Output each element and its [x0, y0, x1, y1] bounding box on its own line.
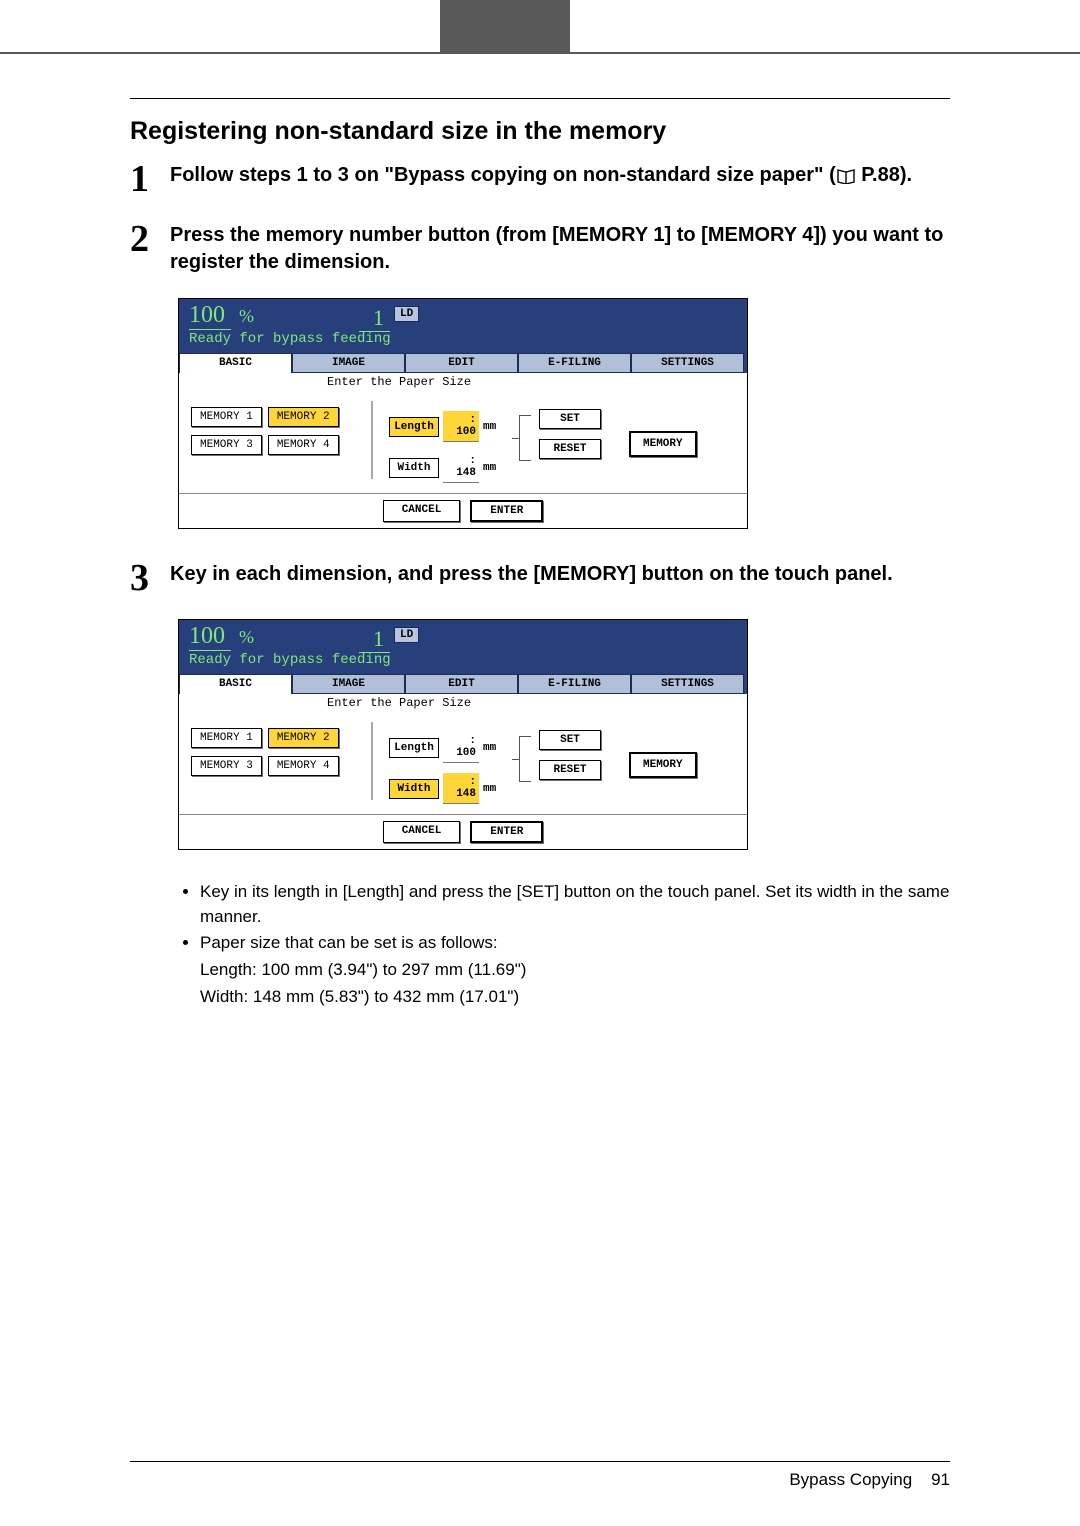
tab-basic[interactable]: BASIC — [179, 674, 292, 694]
step-2: 2 Press the memory number button (from [… — [130, 220, 950, 276]
panel-status-bar: 100 % 1 LD Ready for bypass feeding — [179, 299, 747, 353]
tab-efiling[interactable]: E-FILING — [518, 674, 631, 694]
memory-1-button[interactable]: MEMORY 1 — [191, 728, 262, 748]
page-footer: Bypass Copying 91 — [130, 1461, 950, 1490]
width-unit: mm — [483, 462, 496, 474]
width-value: : 148 — [443, 452, 479, 483]
tab-image[interactable]: IMAGE — [292, 674, 405, 694]
footer-page-number: 91 — [931, 1470, 950, 1489]
cancel-button[interactable]: CANCEL — [383, 500, 461, 522]
reset-button[interactable]: RESET — [539, 439, 601, 459]
step-3: 3 Key in each dimension, and press the [… — [130, 559, 950, 597]
width-value: : 148 — [443, 773, 479, 804]
reset-button[interactable]: RESET — [539, 760, 601, 780]
tab-edit[interactable]: EDIT — [405, 674, 518, 694]
step-number: 2 — [130, 220, 170, 276]
percent-symbol: % — [239, 306, 254, 327]
enter-paper-size-label: Enter the Paper Size — [179, 375, 747, 389]
memory-button[interactable]: MEMORY — [629, 431, 697, 457]
cancel-button[interactable]: CANCEL — [383, 821, 461, 843]
memory-3-button[interactable]: MEMORY 3 — [191, 435, 262, 455]
set-button[interactable]: SET — [539, 730, 601, 750]
footer-section: Bypass Copying — [789, 1470, 912, 1489]
memory-2-button[interactable]: MEMORY 2 — [268, 728, 339, 748]
length-label[interactable]: Length — [389, 417, 439, 437]
step1-text-a: Follow steps 1 to 3 on "Bypass copying o… — [170, 164, 836, 186]
memory-button[interactable]: MEMORY — [629, 752, 697, 778]
tab-settings[interactable]: SETTINGS — [631, 353, 744, 373]
tab-efiling[interactable]: E-FILING — [518, 353, 631, 373]
set-button[interactable]: SET — [539, 409, 601, 429]
note-2a: Length: 100 mm (3.94") to 297 mm (11.69"… — [200, 958, 950, 983]
copy-counter: 1 — [359, 626, 390, 653]
memory-3-button[interactable]: MEMORY 3 — [191, 756, 262, 776]
zoom-percent: 100 — [189, 623, 231, 651]
tab-basic[interactable]: BASIC — [179, 353, 292, 373]
panel-tabs: BASIC IMAGE EDIT E-FILING SETTINGS — [179, 674, 747, 694]
length-value: : 100 — [443, 732, 479, 763]
status-message: Ready for bypass feeding — [189, 331, 737, 347]
paper-ld-indicator: LD — [394, 627, 419, 643]
divider — [371, 722, 373, 800]
enter-paper-size-label: Enter the Paper Size — [179, 696, 747, 710]
section-rule — [130, 98, 950, 99]
enter-button[interactable]: ENTER — [470, 500, 543, 522]
bracket-icon — [519, 736, 531, 782]
header-rule — [0, 52, 1080, 54]
memory-4-button[interactable]: MEMORY 4 — [268, 435, 339, 455]
page-header — [0, 0, 1080, 52]
touch-panel-2: 100 % 1 LD Ready for bypass feeding BASI… — [178, 619, 748, 850]
memory-1-button[interactable]: MEMORY 1 — [191, 407, 262, 427]
width-label[interactable]: Width — [389, 458, 439, 478]
step-number: 3 — [130, 559, 170, 597]
step1-text-b: P.88). — [856, 164, 912, 186]
tab-edit[interactable]: EDIT — [405, 353, 518, 373]
zoom-percent: 100 — [189, 302, 231, 330]
step3-notes: Key in its length in [Length] and press … — [178, 880, 950, 1009]
tab-settings[interactable]: SETTINGS — [631, 674, 744, 694]
step-text: Press the memory number button (from [ME… — [170, 222, 950, 276]
step-text: Key in each dimension, and press the [ME… — [170, 561, 950, 588]
copy-counter: 1 — [359, 305, 390, 332]
book-icon — [836, 165, 856, 192]
tab-image[interactable]: IMAGE — [292, 353, 405, 373]
section-title: Registering non-standard size in the mem… — [130, 117, 950, 146]
panel-status-bar: 100 % 1 LD Ready for bypass feeding — [179, 620, 747, 674]
percent-symbol: % — [239, 627, 254, 648]
header-tab-marker — [440, 0, 570, 52]
enter-button[interactable]: ENTER — [470, 821, 543, 843]
length-unit: mm — [483, 421, 496, 433]
length-label[interactable]: Length — [389, 738, 439, 758]
width-unit: mm — [483, 783, 496, 795]
note-1: Key in its length in [Length] and press … — [200, 880, 950, 929]
touch-panel-1: 100 % 1 LD Ready for bypass feeding BASI… — [178, 298, 748, 529]
step-1: 1 Follow steps 1 to 3 on "Bypass copying… — [130, 160, 950, 198]
paper-ld-indicator: LD — [394, 306, 419, 322]
note-2b: Width: 148 mm (5.83") to 432 mm (17.01") — [200, 985, 950, 1010]
length-value: : 100 — [443, 411, 479, 442]
memory-2-button[interactable]: MEMORY 2 — [268, 407, 339, 427]
width-label[interactable]: Width — [389, 779, 439, 799]
length-unit: mm — [483, 742, 496, 754]
panel-tabs: BASIC IMAGE EDIT E-FILING SETTINGS — [179, 353, 747, 373]
memory-4-button[interactable]: MEMORY 4 — [268, 756, 339, 776]
divider — [371, 401, 373, 479]
step-number: 1 — [130, 160, 170, 198]
bracket-icon — [519, 415, 531, 461]
note-2: Paper size that can be set is as follows… — [200, 931, 950, 956]
status-message: Ready for bypass feeding — [189, 652, 737, 668]
step-text: Follow steps 1 to 3 on "Bypass copying o… — [170, 162, 950, 192]
